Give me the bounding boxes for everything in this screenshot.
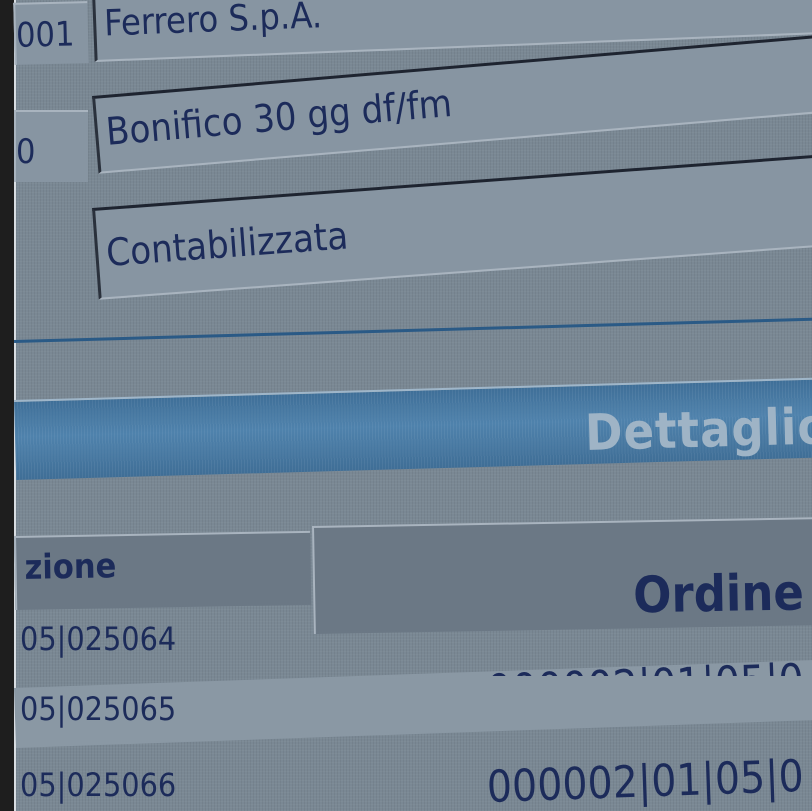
customer-name-value: Ferrero S.p.A. <box>103 0 323 45</box>
table-row[interactable]: 05|025065 <box>14 676 812 746</box>
screen: 001 Ferrero S.p.A. 0 Bonifico 30 gg df/f… <box>0 0 812 811</box>
customer-code-value: 001 <box>15 14 75 56</box>
payment-terms-value: Bonifico 30 gg df/fm <box>104 81 454 154</box>
table-row[interactable]: 05|025066 000002|01|05|0 <box>14 746 812 811</box>
table-row[interactable]: 05|025064 000002|01|05|0 <box>14 606 812 676</box>
payment-code-field[interactable]: 0 <box>14 110 88 182</box>
table-cell-col1: 05|025066 <box>20 766 177 804</box>
table-cell-col1: 05|025065 <box>20 690 177 728</box>
table-header-col1-label: zione <box>24 546 117 588</box>
table-cell-col1: 05|025064 <box>20 620 177 658</box>
table-cell-order: 000002|01|05|0 <box>486 655 805 676</box>
customer-code-field[interactable]: 001 <box>13 1 89 65</box>
section-title: Dettaglio <box>584 397 812 463</box>
table-cell-order: 000002|01|05|0 <box>486 750 805 811</box>
payment-code-value: 0 <box>16 132 36 172</box>
status-value: Contabilizzata <box>104 213 350 276</box>
table-header-col1[interactable]: zione <box>14 530 312 610</box>
